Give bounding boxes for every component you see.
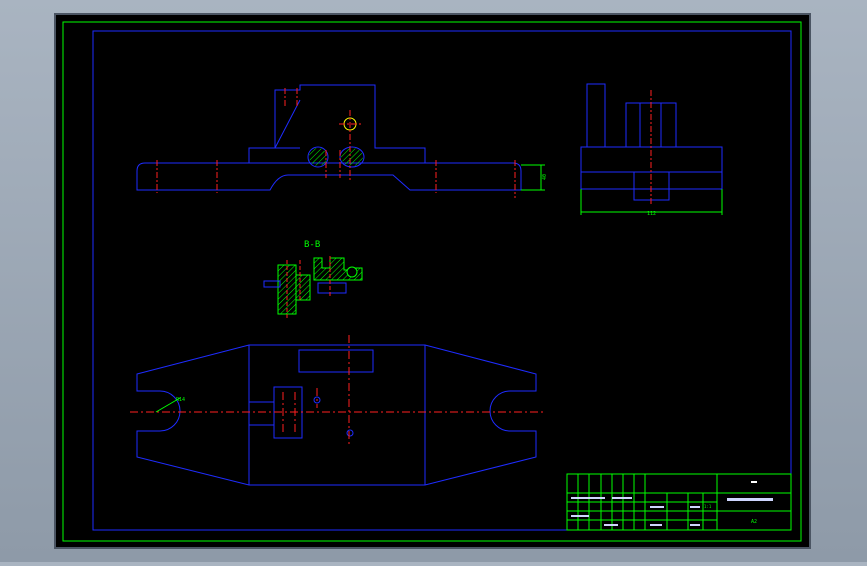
dimension-width-text: 112	[647, 211, 656, 217]
scale-value: 1:1	[704, 504, 712, 509]
radius-dimension-text: R14	[176, 397, 185, 403]
model-space	[54, 13, 811, 549]
sheet-size-value: A2	[751, 519, 757, 525]
cad-viewport[interactable]: 40 112 B-B R14 1:1 A2	[0, 0, 867, 562]
dimension-height-text: 40	[542, 174, 548, 180]
section-label: B-B	[304, 240, 320, 250]
part-name-mark	[751, 481, 757, 483]
cad-drawing[interactable]: 40 112 B-B R14 1:1 A2	[0, 0, 867, 562]
